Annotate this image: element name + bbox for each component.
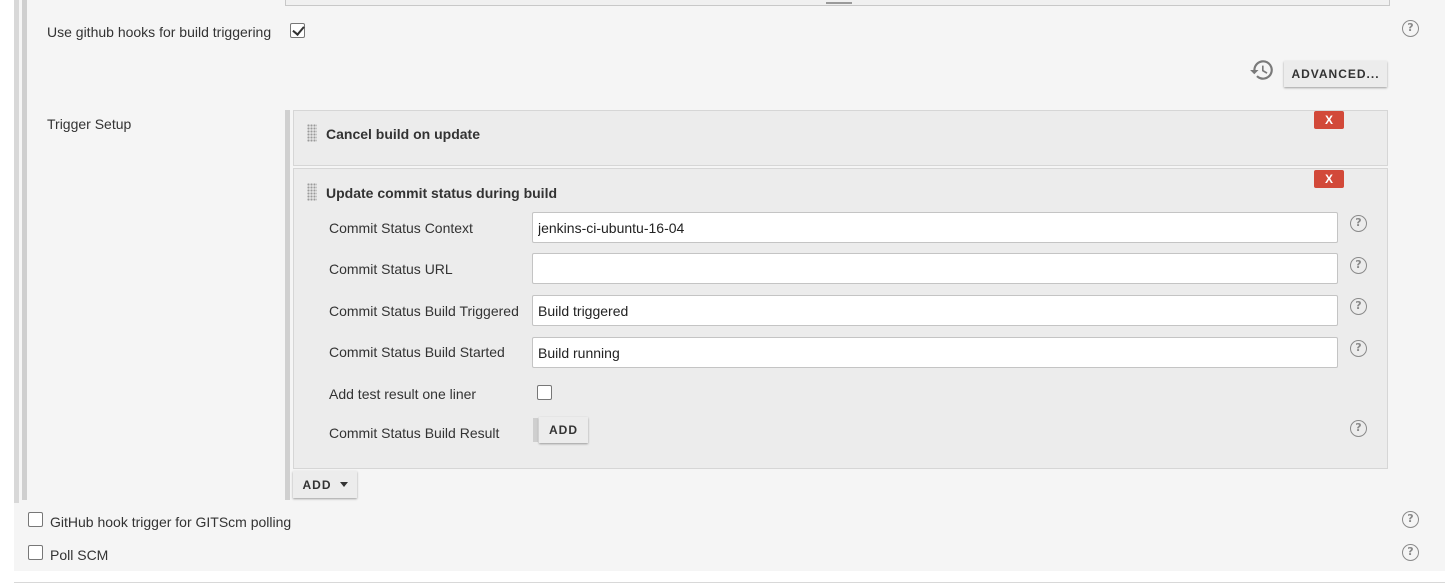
commit-status-context-label: Commit Status Context: [329, 220, 473, 236]
resize-handle[interactable]: [826, 2, 852, 4]
advanced-button[interactable]: ADVANCED...: [1284, 61, 1387, 87]
github-hooks-label: Use github hooks for build triggering: [47, 24, 272, 40]
add-trigger-dropdown-button[interactable]: ADD: [293, 471, 357, 498]
poll-scm-label: Poll SCM: [50, 547, 109, 563]
history-icon[interactable]: [1249, 57, 1275, 83]
gitscm-polling-checkbox[interactable]: [28, 512, 43, 527]
build-result-add-button[interactable]: ADD: [539, 417, 588, 443]
build-result-list-bar: [533, 418, 538, 442]
github-hooks-help-icon[interactable]: ?: [1402, 20, 1419, 37]
add-test-result-label: Add test result one liner: [329, 386, 477, 402]
poll-scm-checkbox[interactable]: [28, 545, 43, 560]
gitscm-polling-help-icon[interactable]: ?: [1402, 511, 1419, 528]
commit-status-build-started-help-icon[interactable]: ?: [1350, 340, 1367, 357]
gitscm-polling-label: GitHub hook trigger for GITScm polling: [50, 514, 292, 530]
caret-down-icon: [339, 482, 348, 487]
bottom-divider: [14, 582, 1445, 583]
commit-status-build-started-input[interactable]: [532, 337, 1338, 368]
commit-status-build-triggered-input[interactable]: [532, 295, 1338, 326]
trigger-setup-label: Trigger Setup: [47, 116, 132, 132]
commit-status-build-started-label: Commit Status Build Started: [329, 344, 505, 360]
commit-status-url-help-icon[interactable]: ?: [1350, 257, 1367, 274]
add-trigger-dropdown-label: ADD: [302, 477, 332, 492]
commit-status-url-input[interactable]: [532, 253, 1338, 284]
cancel-build-title: Cancel build on update: [326, 126, 481, 142]
remove-update-commit-status-button[interactable]: X: [1314, 170, 1344, 188]
commit-status-context-input[interactable]: [532, 212, 1338, 243]
cancel-build-block: Cancel build on update X: [293, 110, 1388, 166]
commit-status-url-label: Commit Status URL: [329, 261, 453, 277]
drag-handle-icon[interactable]: [307, 183, 317, 201]
poll-scm-row: [14, 537, 1445, 571]
commit-status-build-result-label: Commit Status Build Result: [329, 425, 500, 441]
drag-handle-icon[interactable]: [307, 124, 317, 142]
github-hooks-checkbox[interactable]: [290, 23, 305, 38]
trigger-setup-panel-bar: [285, 110, 290, 500]
poll-scm-help-icon[interactable]: ?: [1402, 544, 1419, 561]
build-result-help-icon[interactable]: ?: [1350, 420, 1367, 437]
update-commit-status-title: Update commit status during build: [326, 185, 558, 201]
add-test-result-checkbox[interactable]: [537, 385, 552, 400]
commit-status-build-triggered-label: Commit Status Build Triggered: [329, 303, 519, 319]
remove-cancel-build-button[interactable]: X: [1314, 111, 1344, 129]
previous-panel-bottom-edge: [285, 0, 1390, 6]
commit-status-context-help-icon[interactable]: ?: [1350, 215, 1367, 232]
build-triggers-page: Use github hooks for build triggering ? …: [0, 0, 1452, 585]
commit-status-build-triggered-help-icon[interactable]: ?: [1350, 298, 1367, 315]
